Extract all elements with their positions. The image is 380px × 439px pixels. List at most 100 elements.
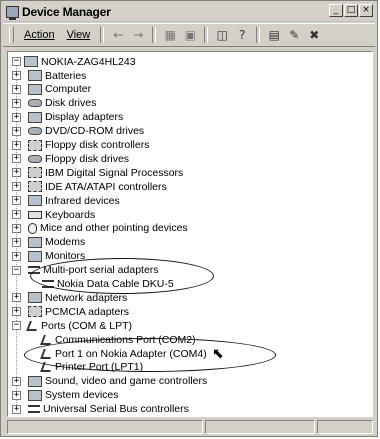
properties-icon[interactable]: ◫ <box>212 26 232 44</box>
show-tree-icon[interactable]: ▣ <box>180 26 200 44</box>
keyboard-icon <box>28 210 42 219</box>
toolbar-grip[interactable] <box>9 27 14 43</box>
tree-item-label: Keyboards <box>45 208 96 221</box>
dsp-icon <box>28 167 42 179</box>
tree-item-label: IDE ATA/ATAPI controllers <box>45 180 167 193</box>
tree-category-item[interactable]: + Disk drives <box>12 97 96 110</box>
ports-icon <box>26 320 40 331</box>
tree-item-label: IBM Digital Signal Processors <box>45 166 184 179</box>
expand-icon[interactable]: + <box>12 154 21 164</box>
close-button[interactable]: × <box>359 4 373 17</box>
tree-item-label: Mice and other pointing devices <box>40 222 188 235</box>
help-icon[interactable]: ? <box>232 26 252 44</box>
ide-icon <box>28 181 42 193</box>
mouse-icon <box>28 222 37 234</box>
tree-category-item[interactable]: + PCMCIA adapters <box>12 305 129 318</box>
expand-icon[interactable]: + <box>12 126 21 136</box>
expand-icon[interactable]: + <box>12 251 21 261</box>
scan-hardware-icon[interactable]: ▤ <box>264 26 284 44</box>
pcmcia-icon <box>28 306 42 318</box>
tree-item-label: Batteries <box>45 69 87 82</box>
collapse-icon[interactable]: − <box>12 265 21 275</box>
computer-icon <box>28 83 42 95</box>
battery-icon <box>28 70 42 81</box>
tree-category-item[interactable]: + Keyboards <box>12 208 95 221</box>
tree-item-label: System devices <box>45 389 119 402</box>
uninstall-icon[interactable]: ✎ <box>284 26 304 44</box>
device-tree[interactable]: − NOKIA-ZAG4HL243 + Batteries + Computer + Di… <box>7 51 373 417</box>
tree-item-label: Floppy disk controllers <box>45 139 150 151</box>
back-arrow-icon[interactable]: ← <box>108 26 128 44</box>
menu-view[interactable]: View <box>61 29 97 41</box>
expand-icon[interactable]: + <box>12 112 21 122</box>
tree-category-item[interactable]: + IBM Digital Signal Processors <box>12 166 183 179</box>
annotation-circle <box>30 258 214 294</box>
tree-category-item[interactable]: + IDE ATA/ATAPI controllers <box>12 180 167 193</box>
status-pane-main <box>7 420 203 434</box>
window-title: Device Manager <box>22 5 111 19</box>
tree-item-label: Ports (COM & LPT) <box>41 319 133 332</box>
tree-item-label: DVD/CD-ROM drives <box>45 125 145 138</box>
maximize-button[interactable]: □ <box>344 4 358 17</box>
infrared-icon <box>28 195 42 207</box>
tree-category-item[interactable]: + System devices <box>12 389 119 402</box>
annotation-circle <box>24 338 276 372</box>
window-controls: _ □ × <box>329 4 373 17</box>
disk-icon <box>28 99 42 108</box>
collapse-icon[interactable]: − <box>12 57 21 66</box>
display-icon <box>28 111 42 123</box>
tree-root[interactable]: − NOKIA-ZAG4HL243 <box>12 55 136 68</box>
tree-root-label: NOKIA-ZAG4HL243 <box>41 55 136 68</box>
forward-arrow-icon[interactable]: → <box>128 26 148 44</box>
tree-item-label: Universal Serial Bus controllers <box>43 403 189 416</box>
expand-icon[interactable]: + <box>12 237 21 247</box>
tree-category-item[interactable]: + Batteries <box>12 69 86 82</box>
expand-icon[interactable]: + <box>12 71 21 80</box>
minimize-button[interactable]: _ <box>329 4 343 17</box>
tree-category-item[interactable]: + Display adapters <box>12 111 123 124</box>
menu-view-label: View <box>66 29 91 41</box>
toolbar-separator <box>256 27 261 43</box>
cdrom-icon <box>28 127 42 136</box>
tree-category-item[interactable]: + Mice and other pointing devices <box>12 222 188 235</box>
expand-icon[interactable]: + <box>12 404 21 414</box>
menu-action[interactable]: Action <box>18 29 61 41</box>
port-icon <box>40 334 54 345</box>
expand-icon[interactable]: + <box>12 168 21 178</box>
expand-icon[interactable]: + <box>12 98 21 108</box>
tree-category-item[interactable]: + Modems <box>12 236 85 249</box>
expand-icon[interactable]: + <box>12 293 21 303</box>
expand-icon[interactable]: + <box>12 84 21 94</box>
expand-icon[interactable]: + <box>12 182 21 192</box>
up-level-icon[interactable]: ▦ <box>160 26 180 44</box>
computer-icon <box>24 56 38 67</box>
expand-icon[interactable]: + <box>12 140 21 150</box>
title-bar[interactable]: Device Manager _ □ × <box>3 3 375 22</box>
collapse-icon[interactable]: − <box>12 321 21 331</box>
expand-icon[interactable]: + <box>12 223 21 233</box>
tree-category-item[interactable]: + Floppy disk controllers <box>12 139 149 152</box>
tree-item-label: Infrared devices <box>45 194 120 207</box>
tree-category-item[interactable]: + DVD/CD-ROM drives <box>12 125 144 138</box>
tree-category-item[interactable]: + Floppy disk drives <box>12 152 129 165</box>
toolbar-separator <box>152 27 157 43</box>
tree-category-item[interactable]: + Sound, video and game controllers <box>12 375 207 388</box>
expand-icon[interactable]: + <box>12 196 21 206</box>
network-icon <box>28 292 42 304</box>
expand-icon[interactable]: + <box>12 390 21 400</box>
expand-icon[interactable]: + <box>12 210 21 219</box>
tree-item-label: Display adapters <box>45 111 124 124</box>
disable-icon[interactable]: ✖ <box>304 26 324 44</box>
tree-item-label: Modems <box>45 236 86 249</box>
floppy-controller-icon <box>28 139 42 151</box>
expand-icon[interactable]: + <box>12 376 21 386</box>
expand-icon[interactable]: + <box>12 307 21 317</box>
tree-category-item[interactable]: + Universal Serial Bus controllers <box>12 403 189 416</box>
tree-category-item[interactable]: + Infrared devices <box>12 194 120 207</box>
tree-category-item[interactable]: − Ports (COM & LPT) <box>12 319 132 332</box>
toolbar-separator <box>100 27 105 43</box>
tree-item-label: Computer <box>45 83 92 96</box>
mouse-pointer-icon: ⬉ <box>212 346 224 362</box>
usb-icon <box>28 405 40 414</box>
tree-category-item[interactable]: + Computer <box>12 83 91 96</box>
